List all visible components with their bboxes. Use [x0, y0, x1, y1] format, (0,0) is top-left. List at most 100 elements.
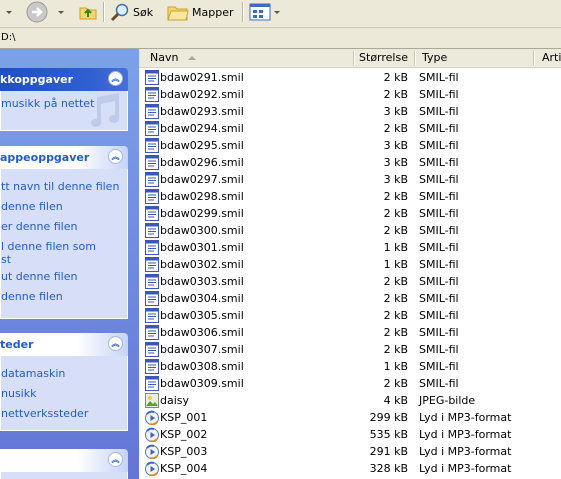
file-row[interactable]: bdaw0301.smil 1 kB SMIL-fil — [139, 239, 561, 256]
file-row[interactable]: KSP_001 299 kB Lyd i MP3-format — [139, 409, 561, 426]
task-link-my-computer[interactable]: datamaskin — [1, 368, 65, 379]
column-header-artist[interactable]: Artis — [542, 49, 561, 67]
column-separator[interactable] — [533, 51, 535, 65]
file-name[interactable]: KSP_004 — [160, 462, 207, 475]
file-name[interactable]: bdaw0298.smil — [160, 190, 244, 203]
task-link-email-file-cont[interactable]: st — [1, 254, 11, 265]
file-name[interactable]: bdaw0297.smil — [160, 173, 244, 186]
file-name[interactable]: KSP_003 — [160, 445, 207, 458]
file-name[interactable]: daisy — [160, 394, 189, 407]
collapse-chevron-icon[interactable]: ︽ — [108, 71, 123, 86]
column-header-type-label: Type — [422, 51, 448, 64]
file-name[interactable]: bdaw0296.smil — [160, 156, 244, 169]
file-name[interactable]: bdaw0300.smil — [160, 224, 244, 237]
details-panel: ︽ — [0, 449, 128, 479]
file-name[interactable]: bdaw0308.smil — [160, 360, 244, 373]
file-row[interactable]: bdaw0295.smil 3 kB SMIL-fil — [139, 137, 561, 154]
task-link-copy-file[interactable]: er denne filen — [1, 221, 77, 232]
mp3-file-icon — [145, 427, 159, 443]
file-row[interactable]: bdaw0298.smil 2 kB SMIL-fil — [139, 188, 561, 205]
file-name[interactable]: KSP_002 — [160, 428, 207, 441]
file-list-view[interactable]: Navn Størrelse Type Artis bdaw0291.smil 2… — [139, 49, 561, 479]
file-name[interactable]: bdaw0305.smil — [160, 309, 244, 322]
file-row[interactable]: bdaw0304.smil 2 kB SMIL-fil — [139, 290, 561, 307]
file-row[interactable]: bdaw0294.smil 2 kB SMIL-fil — [139, 120, 561, 137]
file-row[interactable]: bdaw0293.smil 3 kB SMIL-fil — [139, 103, 561, 120]
forward-dropdown-arrow-icon[interactable] — [58, 10, 64, 14]
file-row[interactable]: KSP_002 535 kB Lyd i MP3-format — [139, 426, 561, 443]
file-size: 299 kB — [369, 411, 408, 424]
file-row[interactable]: bdaw0300.smil 2 kB SMIL-fil — [139, 222, 561, 239]
address-path[interactable]: D:\ — [1, 32, 15, 43]
file-name[interactable]: bdaw0309.smil — [160, 377, 244, 390]
file-name[interactable]: bdaw0306.smil — [160, 326, 244, 339]
collapse-chevron-icon[interactable]: ︽ — [108, 149, 123, 164]
file-name[interactable]: bdaw0307.smil — [160, 343, 244, 356]
file-size: 2 kB — [383, 207, 408, 220]
file-row[interactable]: bdaw0292.smil 2 kB SMIL-fil — [139, 86, 561, 103]
file-row[interactable]: bdaw0303.smil 2 kB SMIL-fil — [139, 273, 561, 290]
up-folder-button[interactable] — [78, 0, 98, 24]
address-bar[interactable]: D:\ — [0, 28, 561, 49]
file-row[interactable]: KSP_004 328 kB Lyd i MP3-format — [139, 460, 561, 477]
file-row[interactable]: bdaw0302.smil 1 kB SMIL-fil — [139, 256, 561, 273]
task-link-email-file[interactable]: l denne filen som — [1, 241, 96, 252]
task-link-print-file[interactable]: ut denne filen — [1, 271, 77, 282]
file-name[interactable]: bdaw0303.smil — [160, 275, 244, 288]
file-name[interactable]: bdaw0294.smil — [160, 122, 244, 135]
panel-header[interactable]: appeoppgaver ︽ — [0, 146, 128, 169]
task-link-rename-file[interactable]: tt navn til denne filen — [1, 181, 119, 192]
column-header-type[interactable]: Type — [422, 49, 522, 67]
folders-button[interactable]: Mapper — [167, 0, 234, 24]
task-pane: kkoppgaver ︽ musikk på nettet appeoppgav… — [0, 49, 139, 479]
forward-button[interactable] — [26, 0, 64, 24]
file-row[interactable]: bdaw0308.smil 1 kB SMIL-fil — [139, 358, 561, 375]
file-type: SMIL-fil — [419, 190, 459, 203]
column-separator[interactable] — [414, 51, 416, 65]
file-name[interactable]: bdaw0302.smil — [160, 258, 244, 271]
smil-file-icon — [145, 223, 159, 238]
file-row[interactable]: bdaw0306.smil 2 kB SMIL-fil — [139, 324, 561, 341]
smil-file-icon — [145, 376, 159, 391]
file-type: SMIL-fil — [419, 343, 459, 356]
views-dropdown-arrow-icon[interactable] — [274, 10, 280, 14]
file-name[interactable]: KSP_001 — [160, 411, 207, 424]
collapse-chevron-icon[interactable]: ︽ — [108, 336, 123, 351]
panel-body: musikk på nettet — [0, 91, 128, 131]
panel-header[interactable]: teder ︽ — [0, 333, 128, 356]
column-header-name[interactable]: Navn — [150, 49, 330, 67]
column-header-size[interactable]: Størrelse — [355, 49, 408, 67]
file-name[interactable]: bdaw0293.smil — [160, 105, 244, 118]
task-link-delete-file[interactable]: denne filen — [1, 291, 63, 302]
views-button[interactable] — [249, 0, 280, 24]
file-row[interactable]: daisy 4 kB JPEG-bilde — [139, 392, 561, 409]
file-row[interactable]: bdaw0291.smil 2 kB SMIL-fil — [139, 69, 561, 86]
file-row[interactable]: bdaw0297.smil 3 kB SMIL-fil — [139, 171, 561, 188]
back-button-remnant[interactable] — [0, 0, 12, 24]
task-link-shop-music-online[interactable]: musikk på nettet — [1, 98, 94, 109]
file-name[interactable]: bdaw0301.smil — [160, 241, 244, 254]
file-name[interactable]: bdaw0299.smil — [160, 207, 244, 220]
file-row[interactable]: KSP_003 291 kB Lyd i MP3-format — [139, 443, 561, 460]
file-name[interactable]: bdaw0292.smil — [160, 88, 244, 101]
file-row[interactable]: bdaw0299.smil 2 kB SMIL-fil — [139, 205, 561, 222]
file-row[interactable]: bdaw0296.smil 3 kB SMIL-fil — [139, 154, 561, 171]
file-type: SMIL-fil — [419, 207, 459, 220]
file-name[interactable]: bdaw0295.smil — [160, 139, 244, 152]
panel-header[interactable]: kkoppgaver ︽ — [0, 68, 128, 91]
file-name[interactable]: bdaw0304.smil — [160, 292, 244, 305]
panel-header[interactable]: ︽ — [0, 449, 128, 472]
search-button[interactable]: Søk — [110, 0, 153, 24]
back-dropdown-arrow-icon[interactable] — [6, 10, 12, 14]
file-row[interactable]: bdaw0307.smil 2 kB SMIL-fil — [139, 341, 561, 358]
file-name[interactable]: bdaw0291.smil — [160, 71, 244, 84]
task-link-network-places[interactable]: nettverkssteder — [1, 408, 88, 419]
file-size: 1 kB — [383, 360, 408, 373]
file-row[interactable]: bdaw0305.smil 2 kB SMIL-fil — [139, 307, 561, 324]
collapse-chevron-icon[interactable]: ︽ — [108, 452, 123, 467]
task-link-my-music[interactable]: nusikk — [1, 388, 36, 399]
file-row[interactable]: bdaw0309.smil 2 kB SMIL-fil — [139, 375, 561, 392]
file-size: 2 kB — [383, 292, 408, 305]
file-type: SMIL-fil — [419, 224, 459, 237]
task-link-move-file[interactable]: denne filen — [1, 201, 63, 212]
